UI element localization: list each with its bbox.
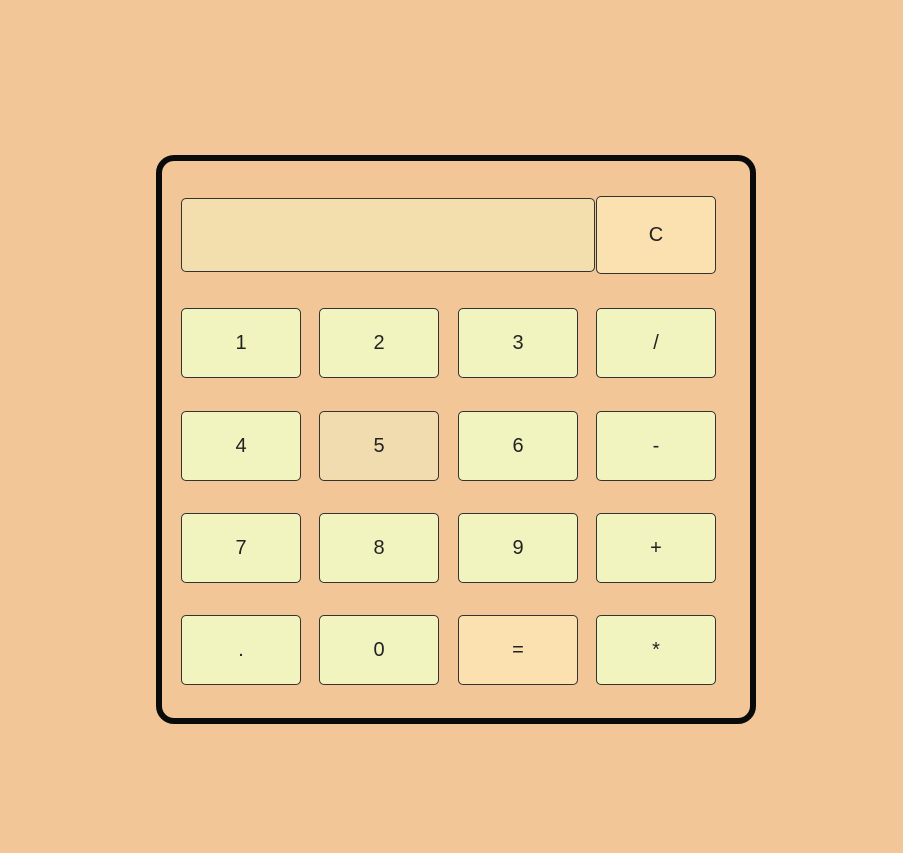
calculator-display (181, 198, 595, 272)
decimal-button[interactable]: . (181, 615, 301, 685)
clear-button[interactable]: C (596, 196, 716, 274)
key-7-button[interactable]: 7 (181, 513, 301, 583)
key-2-button[interactable]: 2 (319, 308, 439, 378)
calculator: C 1 2 3 / 4 5 6 - 7 8 9 + . 0 = * (156, 155, 756, 724)
key-6-button[interactable]: 6 (458, 411, 578, 481)
equals-button[interactable]: = (458, 615, 578, 685)
key-1-button[interactable]: 1 (181, 308, 301, 378)
key-9-button[interactable]: 9 (458, 513, 578, 583)
divide-button[interactable]: / (596, 308, 716, 378)
key-3-button[interactable]: 3 (458, 308, 578, 378)
key-0-button[interactable]: 0 (319, 615, 439, 685)
subtract-button[interactable]: - (596, 411, 716, 481)
add-button[interactable]: + (596, 513, 716, 583)
key-4-button[interactable]: 4 (181, 411, 301, 481)
key-8-button[interactable]: 8 (319, 513, 439, 583)
key-5-button[interactable]: 5 (319, 411, 439, 481)
multiply-button[interactable]: * (596, 615, 716, 685)
